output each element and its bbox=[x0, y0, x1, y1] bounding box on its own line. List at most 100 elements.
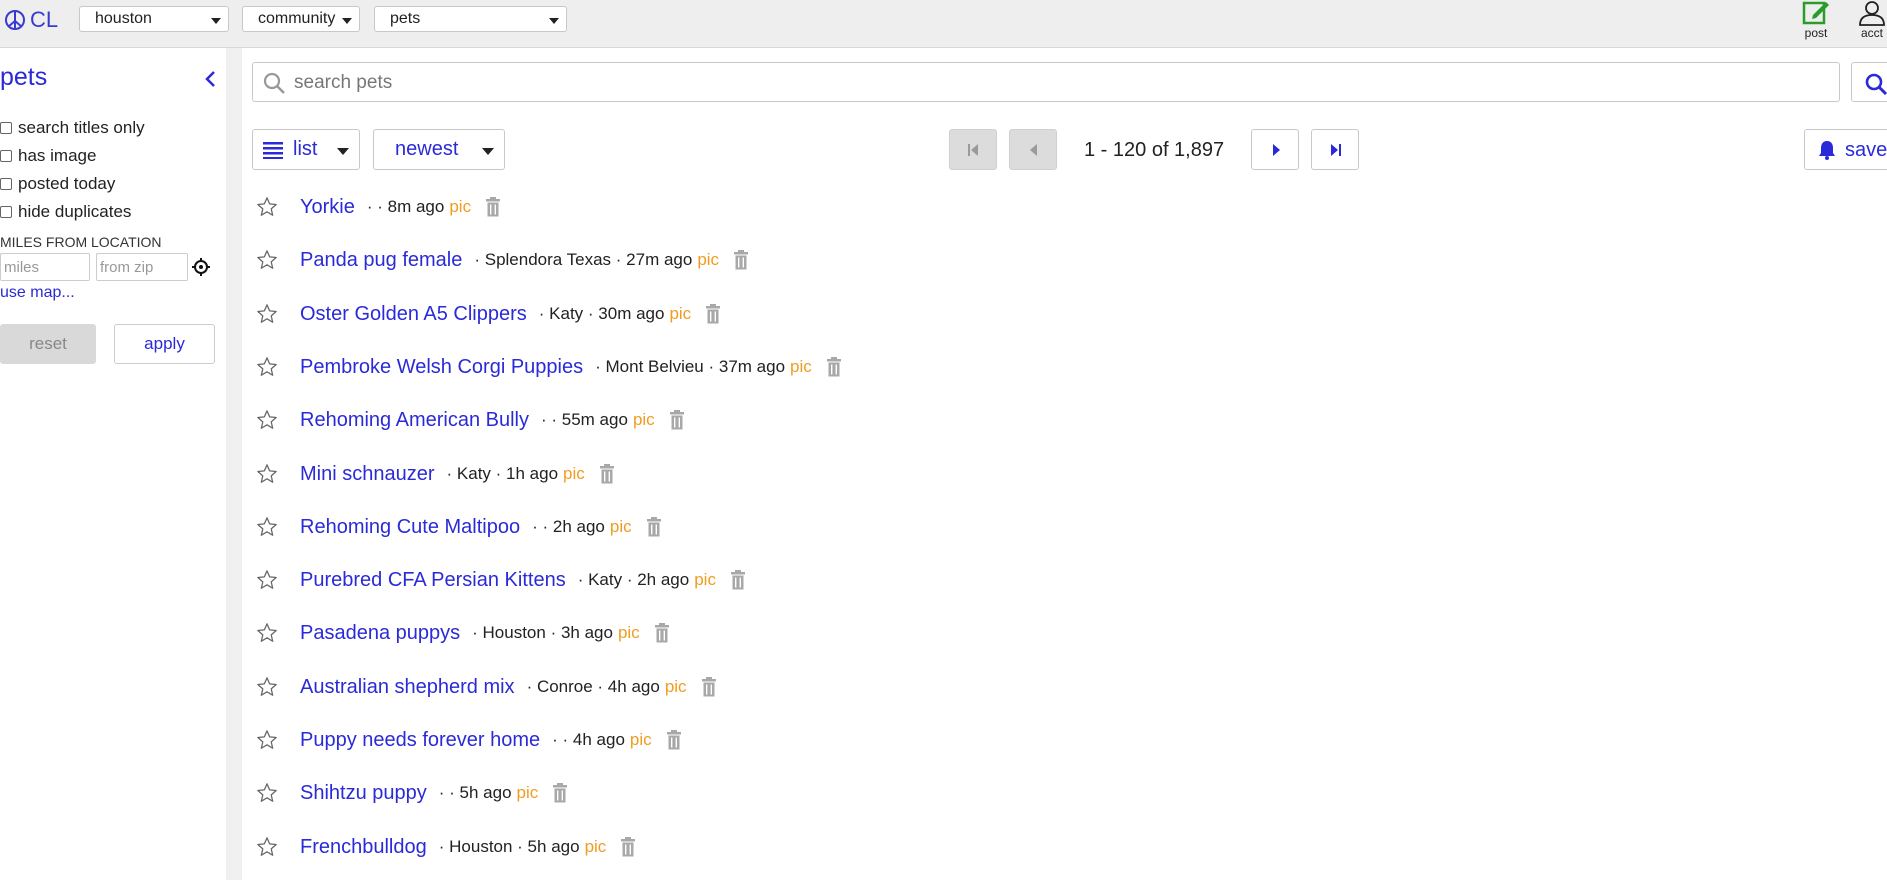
result-title-link[interactable]: Rehoming American Bully bbox=[300, 409, 529, 432]
miles-input[interactable]: miles bbox=[0, 253, 90, 281]
result-title-link[interactable]: Pembroke Welsh Corgi Puppies bbox=[300, 356, 583, 379]
post-label: post bbox=[1804, 26, 1828, 40]
use-map-link[interactable]: use map... bbox=[0, 284, 75, 302]
filter-label: has image bbox=[18, 146, 97, 165]
filter-has-image[interactable]: has image bbox=[0, 145, 96, 167]
star-favorite-icon[interactable] bbox=[256, 729, 282, 751]
result-meta: · Katy · 2h ago bbox=[577, 570, 690, 589]
result-title-link[interactable]: Panda pug female bbox=[300, 249, 462, 272]
zip-input[interactable]: from zip bbox=[96, 253, 188, 281]
result-title-link[interactable]: Pasadena puppys bbox=[300, 622, 460, 645]
filter-hide-duplicates[interactable]: hide duplicates bbox=[0, 201, 131, 223]
trash-hide-icon[interactable] bbox=[599, 464, 615, 484]
reset-button[interactable]: reset bbox=[0, 324, 96, 364]
result-meta: · · 2h ago bbox=[532, 517, 605, 536]
trash-hide-icon[interactable] bbox=[701, 677, 717, 697]
result-row: Pembroke Welsh Corgi Puppies · Mont Belvi… bbox=[256, 352, 842, 382]
star-favorite-icon[interactable] bbox=[256, 409, 282, 431]
location-select[interactable]: houston bbox=[79, 6, 229, 32]
sort-label: newest bbox=[395, 138, 459, 160]
top-bar: CL houston community pets post acct bbox=[0, 0, 1887, 48]
last-page-button[interactable] bbox=[1311, 129, 1359, 170]
checkbox[interactable] bbox=[0, 206, 12, 218]
category-select-value: pets bbox=[390, 10, 421, 27]
trash-hide-icon[interactable] bbox=[654, 623, 670, 643]
result-pic-tag: pic bbox=[609, 517, 632, 536]
star-favorite-icon[interactable] bbox=[256, 196, 282, 218]
prev-page-button[interactable] bbox=[1009, 129, 1057, 170]
crosshair-icon bbox=[192, 258, 210, 276]
result-title-link[interactable]: Frenchbulldog bbox=[300, 836, 427, 859]
sidebar-scrollbar[interactable] bbox=[226, 48, 242, 880]
result-title-link[interactable]: Puppy needs forever home bbox=[300, 729, 540, 752]
locate-me-button[interactable] bbox=[192, 258, 210, 281]
result-row: Shihtzu puppy · · 5h ago pic bbox=[256, 778, 568, 808]
apply-button[interactable]: apply bbox=[114, 324, 215, 364]
account-button[interactable]: acct bbox=[1852, 0, 1887, 40]
search-input[interactable]: search pets bbox=[252, 62, 1840, 102]
result-row: Australian shepherd mix · Conroe · 4h ago… bbox=[256, 672, 717, 702]
result-title-link[interactable]: Purebred CFA Persian Kittens bbox=[300, 569, 566, 592]
star-favorite-icon[interactable] bbox=[256, 782, 282, 804]
trash-hide-icon[interactable] bbox=[733, 250, 749, 270]
result-title-link[interactable]: Shihtzu puppy bbox=[300, 782, 427, 805]
result-title-link[interactable]: Mini schnauzer bbox=[300, 463, 435, 486]
star-favorite-icon[interactable] bbox=[256, 569, 282, 591]
filter-posted-today[interactable]: posted today bbox=[0, 173, 115, 195]
checkbox[interactable] bbox=[0, 178, 12, 190]
star-favorite-icon[interactable] bbox=[256, 622, 282, 644]
filter-search-titles-only[interactable]: search titles only bbox=[0, 117, 145, 139]
chevron-right-icon bbox=[1273, 144, 1280, 156]
result-row: Rehoming American Bully · · 55m ago pic bbox=[256, 405, 685, 435]
star-favorite-icon[interactable] bbox=[256, 249, 282, 271]
result-meta: · · 55m ago bbox=[541, 410, 628, 429]
result-title-link[interactable]: Rehoming Cute Maltipoo bbox=[300, 516, 520, 539]
section-select[interactable]: community bbox=[242, 6, 360, 32]
account-label: acct bbox=[1860, 26, 1883, 40]
view-mode-select[interactable]: list bbox=[252, 129, 360, 170]
trash-hide-icon[interactable] bbox=[730, 570, 746, 590]
trash-hide-icon[interactable] bbox=[485, 197, 501, 217]
star-favorite-icon[interactable] bbox=[256, 303, 282, 325]
peace-sign-icon bbox=[5, 10, 25, 30]
category-select[interactable]: pets bbox=[374, 6, 567, 32]
star-favorite-icon[interactable] bbox=[256, 676, 282, 698]
result-row: Puppy needs forever home · · 4h ago pic bbox=[256, 725, 682, 755]
star-favorite-icon[interactable] bbox=[256, 836, 282, 858]
post-button[interactable]: post bbox=[1796, 0, 1836, 40]
result-meta: · Mont Belvieu · 37m ago bbox=[595, 357, 786, 376]
location-select-value: houston bbox=[95, 10, 152, 27]
result-title-link[interactable]: Oster Golden A5 Clippers bbox=[300, 303, 527, 326]
trash-hide-icon[interactable] bbox=[705, 304, 721, 324]
star-favorite-icon[interactable] bbox=[256, 463, 282, 485]
chevron-down-icon bbox=[482, 148, 494, 155]
craigslist-logo[interactable]: CL bbox=[4, 6, 58, 34]
trash-hide-icon[interactable] bbox=[552, 783, 568, 803]
trash-hide-icon[interactable] bbox=[666, 730, 682, 750]
star-favorite-icon[interactable] bbox=[256, 356, 282, 378]
result-pic-tag: pic bbox=[694, 570, 716, 589]
result-row: Purebred CFA Persian Kittens · Katy · 2h … bbox=[256, 565, 746, 595]
result-row: Pasadena puppys · Houston · 3h ago pic bbox=[256, 618, 670, 648]
result-row: Oster Golden A5 Clippers · Katy · 30m ago… bbox=[256, 299, 721, 329]
sort-select[interactable]: newest bbox=[373, 129, 505, 170]
result-title-link[interactable]: Australian shepherd mix bbox=[300, 676, 515, 699]
next-page-button[interactable] bbox=[1251, 129, 1299, 170]
chevron-down-icon bbox=[337, 148, 349, 155]
result-meta: · · 4h ago bbox=[552, 730, 625, 749]
first-page-button[interactable] bbox=[949, 129, 997, 170]
search-button[interactable] bbox=[1851, 62, 1887, 102]
save-search-button[interactable]: save bbox=[1804, 129, 1887, 170]
pagination-range: 1 - 120 of 1,897 bbox=[1084, 139, 1225, 161]
checkbox[interactable] bbox=[0, 122, 12, 134]
checkbox[interactable] bbox=[0, 150, 12, 162]
bell-icon bbox=[1819, 141, 1835, 160]
result-title-link[interactable]: Yorkie bbox=[300, 196, 355, 219]
chevron-down-icon bbox=[549, 18, 559, 24]
collapse-sidebar-button[interactable] bbox=[204, 70, 216, 93]
trash-hide-icon[interactable] bbox=[669, 410, 685, 430]
trash-hide-icon[interactable] bbox=[826, 357, 842, 377]
trash-hide-icon[interactable] bbox=[646, 517, 662, 537]
trash-hide-icon[interactable] bbox=[620, 837, 636, 857]
star-favorite-icon[interactable] bbox=[256, 516, 282, 538]
